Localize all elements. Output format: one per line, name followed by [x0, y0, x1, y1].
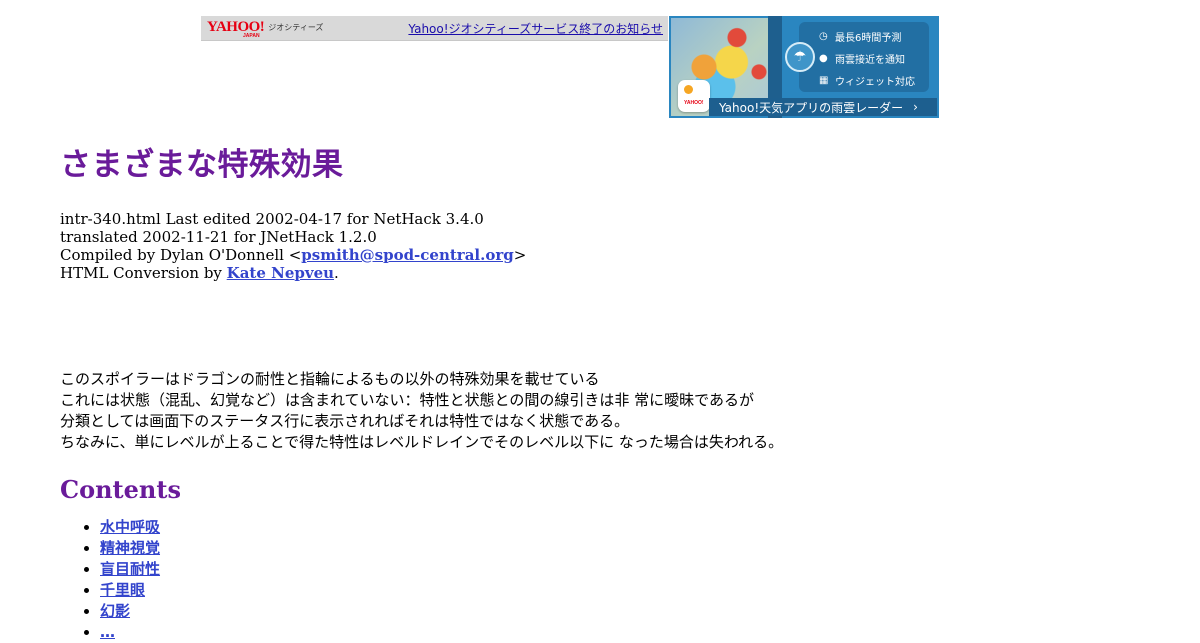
list-item: 千里眼 — [100, 580, 1160, 601]
list-item: 精神視覚 — [100, 538, 1160, 559]
description-paragraph: このスポイラーはドラゴンの耐性と指輪によるもの以外の特殊効果を載せている これに… — [60, 369, 1160, 453]
ad-feature-label: 最長6時間予測 — [835, 32, 902, 44]
compiled-prefix: Compiled by Dylan O'Donnell < — [60, 246, 302, 264]
meta-edit-line: intr-340.html Last edited 2002-04-17 for… — [60, 210, 484, 228]
compiled-suffix: > — [513, 246, 527, 264]
list-item: 水中呼吸 — [100, 517, 1160, 538]
meta-html-line: HTML Conversion by Kate Nepveu. — [60, 264, 1160, 282]
ad-feature-label: ウィジェット対応 — [835, 76, 915, 88]
toc-link-telepathy[interactable]: 精神視覚 — [100, 539, 160, 557]
ad-feature-widget: ▦ ウィジェット対応 — [799, 69, 929, 91]
compiler-email-link[interactable]: psmith@spod-central.org — [301, 246, 513, 264]
pin-icon: ● — [819, 52, 828, 64]
html-prefix: HTML Conversion by — [60, 264, 227, 282]
ad-feature-forecast: ◷ 最長6時間予測 — [799, 25, 929, 47]
chevron-right-icon: › — [913, 100, 918, 114]
description-line: これには状態（混乱、幻覚など）は含まれていない：特性と状態との間の線引きは非 常… — [60, 391, 755, 409]
weather-app-icon: YAHOO! — [678, 80, 710, 112]
list-item: 盲目耐性 — [100, 559, 1160, 580]
sun-icon — [684, 85, 693, 94]
app-icon-label: YAHOO! — [684, 100, 704, 106]
ad-banner-caption[interactable]: Yahoo!天気アプリの雨雲レーダー › — [709, 98, 937, 116]
weather-app-ad-banner[interactable]: YAHOO! ◷ 最長6時間予測 ● 雨雲接近を通知 ▦ ウィジェット対応 ☂ … — [669, 16, 939, 118]
main-content: さまざまな特殊効果 intr-340.html Last edited 2002… — [60, 140, 1160, 643]
ad-banner-text: Yahoo!天気アプリの雨雲レーダー — [719, 100, 904, 115]
yahoo-geocities-logo[interactable]: YAHOO! JAPAN ジオシティーズ — [207, 19, 324, 39]
geocities-service-name: ジオシティーズ — [268, 23, 324, 32]
contents-heading: Contents — [60, 475, 181, 504]
yahoo-japan-text: JAPAN — [243, 33, 260, 39]
toc-link-blind-resistance[interactable]: 盲目耐性 — [100, 560, 160, 578]
meta-translated-line: translated 2002-11-21 for JNetHack 1.2.0 — [60, 228, 377, 246]
widget-icon: ▦ — [819, 74, 829, 86]
geocities-header-bar: YAHOO! JAPAN ジオシティーズ Yahoo!ジオシティーズサービス終了… — [201, 16, 668, 41]
clock-icon: ◷ — [819, 30, 828, 42]
toc-link-more[interactable]: … — [100, 623, 115, 641]
toc-link-displacement[interactable]: 幻影 — [100, 602, 130, 620]
html-suffix: . — [334, 264, 339, 282]
list-item: … — [100, 622, 1160, 643]
description-line: ちなみに、単にレベルが上ることで得た特性はレベルドレインでそのレベル以下に なっ… — [60, 433, 784, 451]
html-author-link[interactable]: Kate Nepveu — [227, 264, 334, 282]
rain-cloud-icon: ☂ — [785, 42, 815, 72]
toc-link-clairvoyance[interactable]: 千里眼 — [100, 581, 145, 599]
list-item: 幻影 — [100, 601, 1160, 622]
ad-feature-notify: ● 雨雲接近を通知 — [799, 47, 929, 69]
description-line: 分類としては画面下のステータス行に表示されればそれは特性ではなく状態である。 — [60, 412, 630, 430]
toc-link-water-breathing[interactable]: 水中呼吸 — [100, 518, 160, 536]
meta-compiled-line: Compiled by Dylan O'Donnell <psmith@spod… — [60, 246, 1160, 264]
service-end-notice-link[interactable]: Yahoo!ジオシティーズサービス終了のお知らせ — [408, 20, 663, 37]
ad-feature-list: ◷ 最長6時間予測 ● 雨雲接近を通知 ▦ ウィジェット対応 — [799, 22, 929, 92]
ad-feature-label: 雨雲接近を通知 — [835, 54, 905, 66]
page-meta: intr-340.html Last edited 2002-04-17 for… — [60, 210, 1160, 282]
page-title: さまざまな特殊効果 — [60, 147, 344, 183]
contents-list: 水中呼吸 精神視覚 盲目耐性 千里眼 幻影 … — [60, 517, 1160, 643]
description-line: このスポイラーはドラゴンの耐性と指輪によるもの以外の特殊効果を載せている — [60, 370, 600, 388]
